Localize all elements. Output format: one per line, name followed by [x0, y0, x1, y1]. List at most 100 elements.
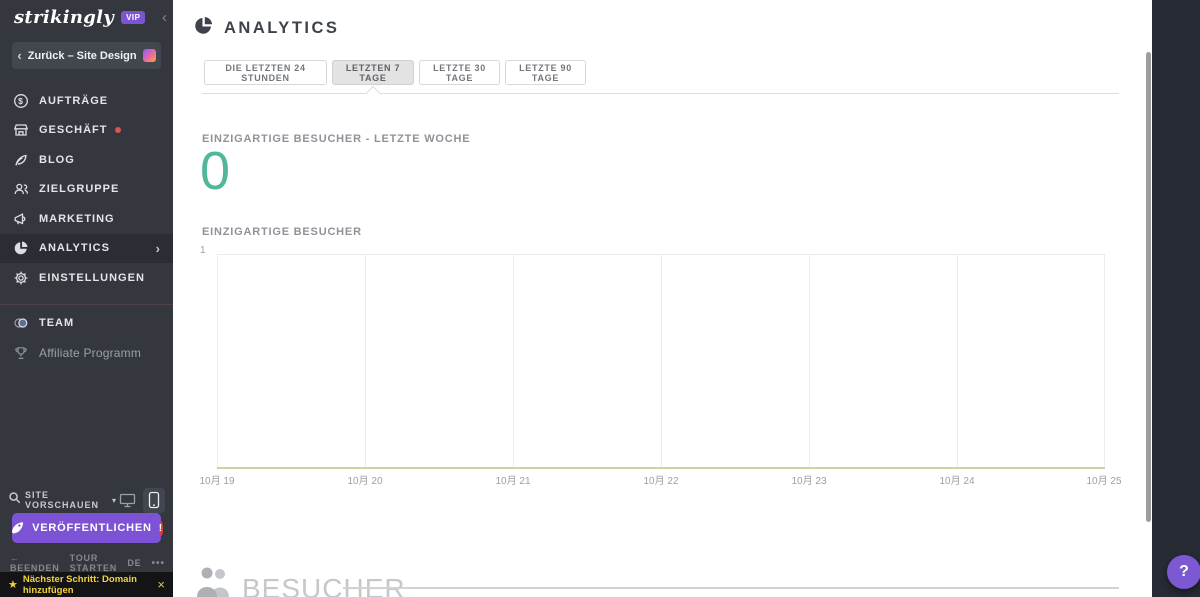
gridline — [1104, 255, 1105, 469]
sidebar-item-label: Affiliate Programm — [39, 346, 141, 360]
chevron-left-icon: ‹ — [17, 48, 21, 63]
logo-row: strikingly VIP ‹ — [14, 4, 167, 30]
sidebar-item-label: GESCHÄFT — [39, 124, 108, 136]
more-options-icon[interactable]: ••• — [151, 558, 165, 569]
unique-visitors-week-label: EINZIGARTIGE BESUCHER - LETZTE WOCHE — [202, 133, 470, 145]
dollar-circle-icon: $ — [12, 92, 29, 109]
publish-button[interactable]: VERÖFFENTLICHEN ! — [12, 513, 161, 543]
quill-pen-icon — [12, 151, 29, 168]
analytics-panel: ANALYTICS DIE LETZTEN 24 STUNDEN LETZTEN… — [173, 0, 1152, 597]
search-icon — [8, 491, 21, 509]
sidebar-item-label: ZIELGRUPPE — [39, 183, 119, 195]
back-arrow-icon: ← — [10, 553, 20, 563]
strikingly-logo: strikingly — [14, 7, 114, 28]
notification-dot — [115, 127, 121, 133]
tab-last-90-days[interactable]: LETZTE 90 TAGE — [505, 60, 586, 85]
language-selector[interactable]: DE — [127, 558, 141, 568]
gridline — [217, 255, 218, 469]
visitors-chart — [217, 254, 1105, 469]
publish-button-label: VERÖFFENTLICHEN — [32, 522, 152, 534]
besucher-section-header: BESUCHER — [197, 567, 406, 597]
tab-last-30-days[interactable]: LETZTE 30 TAGE — [419, 60, 500, 85]
page-header: ANALYTICS — [193, 15, 339, 41]
visitors-people-icon — [197, 567, 235, 597]
x-axis-tick: 10月 23 — [791, 472, 826, 487]
sidebar-item-label: AUFTRÄGE — [39, 95, 108, 107]
chart-title: EINZIGARTIGE BESUCHER — [202, 226, 362, 238]
sidebar-item-label: MARKETING — [39, 213, 115, 225]
sidebar-item-blog[interactable]: BLOG — [0, 145, 173, 175]
back-button-label: Zurück – Site Design — [28, 50, 137, 62]
x-axis-labels: 10月 19 10月 20 10月 21 10月 22 10月 23 10月 2… — [173, 472, 1152, 486]
next-step-notification: ★ Nächster Schritt: Domain hinzufügen × — [0, 572, 173, 597]
x-axis-tick: 10月 22 — [643, 472, 678, 487]
x-axis-tick: 10月 24 — [939, 472, 974, 487]
desktop-preview-button[interactable] — [116, 489, 138, 511]
sidebar-item-marketing[interactable]: MARKETING — [0, 204, 173, 234]
gridline — [365, 255, 366, 469]
sidebar-item-einstellungen[interactable]: EINSTELLUNGEN — [0, 263, 173, 293]
sidebar-item-analytics[interactable]: ANALYTICS › — [0, 234, 173, 264]
chevron-right-icon: › — [156, 241, 161, 256]
svg-text:$: $ — [18, 96, 24, 106]
site-preview-dropdown[interactable]: SITE VORSCHAUEN — [25, 490, 108, 510]
exit-tour-link[interactable]: ← BEENDEN — [10, 553, 60, 573]
pie-chart-icon — [12, 240, 29, 257]
publish-alert-badge: ! — [159, 521, 163, 536]
sidebar-item-geschaeft[interactable]: GESCHÄFT — [0, 116, 173, 146]
sidebar-item-team[interactable]: TEAM — [0, 309, 173, 339]
x-axis-tick: 10月 20 — [347, 472, 382, 487]
sidebar-item-label: BLOG — [39, 154, 75, 166]
sidebar-footer: ← BEENDEN TOUR STARTEN DE ••• — [10, 556, 165, 570]
sidebar-item-auftraege[interactable]: $ AUFTRÄGE — [0, 86, 173, 116]
help-button[interactable]: ? — [1167, 555, 1200, 589]
megaphone-icon — [12, 210, 29, 227]
sidebar-item-zielgruppe[interactable]: ZIELGRUPPE — [0, 175, 173, 205]
editor-backdrop — [1152, 0, 1200, 597]
unique-visitors-count: 0 — [200, 144, 230, 198]
sidebar-menu: $ AUFTRÄGE GESCHÄFT BLOG ZIELGRUPPE — [0, 86, 173, 368]
sidebar-item-affiliate[interactable]: Affiliate Programm — [0, 338, 173, 368]
chart-zero-line — [217, 467, 1105, 469]
gear-icon — [12, 269, 29, 286]
gridline — [957, 255, 958, 469]
collapse-sidebar-icon[interactable]: ‹ — [162, 10, 167, 25]
date-range-tabs: DIE LETZTEN 24 STUNDEN LETZTEN 7 TAGE LE… — [204, 60, 586, 85]
site-thumbnail-icon — [143, 49, 156, 62]
page-title: ANALYTICS — [224, 19, 339, 38]
scrollbar-thumb[interactable] — [1146, 52, 1151, 522]
mobile-preview-button[interactable] — [143, 488, 165, 513]
audience-people-icon — [12, 181, 29, 198]
gridline — [661, 255, 662, 469]
vip-badge: VIP — [121, 11, 145, 24]
rocket-icon — [10, 519, 25, 537]
device-toggle-group — [116, 488, 165, 513]
sidebar-item-label: ANALYTICS — [39, 242, 110, 254]
besucher-section-title: BESUCHER — [242, 573, 406, 597]
x-axis-tick: 10月 21 — [495, 472, 530, 487]
sidebar: strikingly VIP ‹ ‹ Zurück – Site Design … — [0, 0, 173, 597]
sidebar-item-label: EINSTELLUNGEN — [39, 272, 145, 284]
sidebar-item-label: TEAM — [39, 317, 74, 329]
trophy-icon — [12, 344, 29, 361]
start-tour-link[interactable]: TOUR STARTEN — [70, 553, 118, 573]
x-axis-tick: 10月 25 — [1086, 472, 1121, 487]
tabs-divider — [202, 93, 1119, 94]
tab-last-24-hours[interactable]: DIE LETZTEN 24 STUNDEN — [204, 60, 327, 85]
x-axis-tick: 10月 19 — [199, 472, 234, 487]
close-notification-icon[interactable]: × — [157, 577, 165, 592]
gridline — [513, 255, 514, 469]
sidebar-divider — [0, 304, 173, 305]
back-to-site-design-button[interactable]: ‹ Zurück – Site Design — [12, 42, 161, 69]
site-preview-row: SITE VORSCHAUEN ▾ — [8, 487, 165, 513]
notification-text: Nächster Schritt: Domain hinzufügen — [23, 574, 141, 596]
storefront-icon — [12, 122, 29, 139]
analytics-pie-icon — [193, 15, 214, 41]
team-coins-icon — [12, 315, 29, 332]
star-icon: ★ — [8, 578, 18, 591]
tab-last-7-days[interactable]: LETZTEN 7 TAGE — [332, 60, 414, 85]
y-axis-tick: 1 — [200, 245, 206, 256]
active-tab-notch — [366, 86, 380, 100]
gridline — [809, 255, 810, 469]
section-rule — [343, 587, 1119, 589]
